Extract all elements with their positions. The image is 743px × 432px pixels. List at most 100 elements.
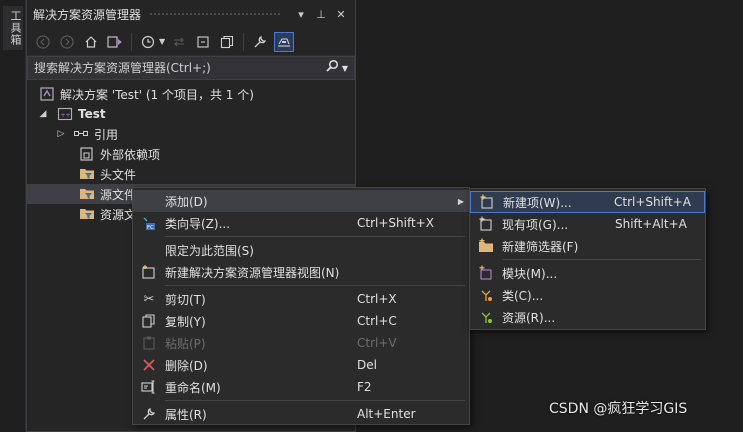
menu-item-paste: 粘贴(P) Ctrl+V	[133, 332, 469, 354]
submenu-item-resource[interactable]: 资源(R)...	[470, 306, 705, 328]
tree-item-label: 引用	[94, 127, 119, 142]
menu-item-shortcut: Ctrl+Shift+X	[357, 216, 434, 230]
search-icon[interactable]	[325, 59, 339, 77]
add-submenu: 新建项(W)... Ctrl+Shift+A 现有项(G)... Shift+A…	[469, 188, 706, 330]
menu-separator	[165, 236, 465, 237]
menu-item-label: 添加(D)	[165, 194, 208, 209]
explorer-search-box[interactable]: ▼	[27, 56, 355, 80]
class-icon	[470, 287, 502, 303]
menu-item-shortcut: Shift+Alt+A	[615, 217, 687, 231]
menu-item-label: 新建筛选器(F)	[502, 239, 579, 254]
search-options-dropdown-icon[interactable]: ▼	[342, 64, 348, 73]
home-icon[interactable]	[81, 32, 101, 52]
menu-item-add[interactable]: 添加(D) ▶	[133, 190, 469, 212]
tree-item-label: 资源文	[100, 207, 137, 222]
back-icon[interactable]	[33, 32, 53, 52]
references-icon	[73, 126, 89, 142]
toolbar-separator	[243, 32, 245, 51]
menu-item-shortcut: F2	[357, 380, 372, 394]
solution-icon	[39, 86, 55, 102]
menu-item-shortcut: Ctrl+X	[357, 292, 397, 306]
expanded-arrow-icon[interactable]: ◢	[37, 109, 49, 119]
menu-item-copy[interactable]: 复制(Y) Ctrl+C	[133, 310, 469, 332]
new-folder-icon	[470, 238, 502, 254]
tree-item-label: 头文件	[100, 167, 137, 182]
menu-separator	[165, 400, 465, 401]
menu-item-shortcut: Alt+Enter	[357, 407, 416, 421]
sync-with-active-document-icon[interactable]	[169, 32, 189, 52]
menu-item-label: 资源(R)...	[502, 310, 556, 325]
tree-item-project[interactable]: ◢ ++ Test	[27, 104, 355, 124]
close-icon[interactable]: ✕	[333, 6, 349, 22]
tree-item-label: 源文件	[100, 187, 137, 202]
svg-text:FC: FC	[147, 225, 154, 231]
menu-item-new-explorer-view[interactable]: 新建解决方案资源管理器视图(N)	[133, 261, 469, 283]
menu-item-cut[interactable]: ✂ 剪切(T) Ctrl+X	[133, 288, 469, 310]
collapse-all-icon[interactable]	[193, 32, 213, 52]
menu-item-label: 现有项(G)...	[502, 217, 569, 232]
tree-item-solution[interactable]: 解决方案 'Test' (1 个项目，共 1 个)	[27, 84, 355, 104]
scissors-icon: ✂	[143, 291, 155, 307]
collapsed-arrow-icon[interactable]: ▷	[55, 129, 67, 139]
delete-x-icon	[133, 358, 165, 372]
chevron-down-icon[interactable]: ▼	[159, 37, 165, 46]
menu-item-label: 限定为此范围(S)	[165, 243, 254, 258]
rename-icon	[133, 380, 165, 394]
explorer-toolbar: ▼	[27, 28, 355, 56]
switch-views-icon[interactable]	[105, 32, 125, 52]
submenu-arrow-icon: ▶	[457, 196, 465, 206]
copy-icon	[133, 313, 165, 329]
search-input[interactable]	[34, 61, 325, 75]
menu-item-shortcut: Del	[357, 358, 377, 372]
tree-item-header-files[interactable]: 头文件	[27, 164, 355, 184]
tree-item-references[interactable]: ▷ 引用	[27, 124, 355, 144]
preview-selected-items-icon[interactable]	[274, 31, 295, 52]
menu-item-class-wizard[interactable]: FC 类向导(Z)... Ctrl+Shift+X	[133, 212, 469, 234]
submenu-item-class[interactable]: 类(C)...	[470, 284, 705, 306]
resource-icon	[470, 309, 502, 325]
explorer-title: 解决方案资源管理器	[33, 7, 142, 22]
svg-text:++: ++	[61, 112, 71, 119]
context-menu: 添加(D) ▶ FC 类向导(Z)... Ctrl+Shift+X 限定为此范围…	[132, 187, 470, 425]
class-wizard-icon: FC	[133, 215, 165, 231]
properties-wrench-icon[interactable]	[250, 32, 270, 52]
new-item-icon	[471, 194, 503, 210]
menu-item-label: 类(C)...	[502, 288, 544, 303]
submenu-item-module[interactable]: 模块(M)...	[470, 262, 705, 284]
show-all-files-icon[interactable]	[217, 32, 237, 52]
menu-item-rename[interactable]: 重命名(M) F2	[133, 376, 469, 398]
window-position-dropdown-icon[interactable]: ▾	[293, 6, 309, 22]
submenu-item-new-item[interactable]: 新建项(W)... Ctrl+Shift+A	[470, 191, 705, 213]
menu-item-label: 重命名(M)	[165, 380, 221, 395]
external-dependencies-icon	[79, 146, 95, 162]
watermark: CSDN @疯狂学习GIS	[549, 401, 688, 417]
menu-item-properties[interactable]: 属性(R) Alt+Enter	[133, 403, 469, 425]
forward-icon[interactable]	[57, 32, 77, 52]
tree-item-label: 外部依赖项	[100, 147, 161, 162]
pin-icon[interactable]: ⊥	[313, 6, 329, 22]
menu-item-label: 新建解决方案资源管理器视图(N)	[165, 265, 340, 280]
menu-item-label: 模块(M)...	[502, 266, 558, 281]
menu-item-scope-to-this[interactable]: 限定为此范围(S)	[133, 239, 469, 261]
menu-item-shortcut: Ctrl+V	[357, 336, 397, 350]
toolbox-strip: 工具箱	[0, 0, 26, 432]
tree-item-label: 解决方案 'Test' (1 个项目，共 1 个)	[60, 87, 254, 102]
filter-folder-icon	[79, 166, 95, 182]
toolbox-tab[interactable]: 工具箱	[3, 6, 23, 50]
submenu-item-existing-item[interactable]: 现有项(G)... Shift+Alt+A	[470, 213, 705, 235]
tree-item-external-deps[interactable]: 外部依赖项	[27, 144, 355, 164]
pending-changes-filter-icon[interactable]	[138, 32, 158, 52]
toolbar-separator	[131, 32, 132, 51]
submenu-item-new-filter[interactable]: 新建筛选器(F)	[470, 235, 705, 257]
menu-item-delete[interactable]: 删除(D) Del	[133, 354, 469, 376]
wrench-icon	[133, 407, 165, 421]
explorer-title-bar: 解决方案资源管理器 ▾ ⊥ ✕	[27, 0, 355, 28]
menu-item-label: 属性(R)	[165, 407, 207, 422]
menu-item-shortcut: Ctrl+C	[357, 314, 397, 328]
menu-item-label: 删除(D)	[165, 358, 208, 373]
title-grip[interactable]	[149, 11, 281, 17]
menu-item-label: 粘贴(P)	[165, 336, 206, 351]
paste-icon	[133, 335, 165, 351]
existing-item-icon	[470, 216, 502, 232]
cpp-project-icon: ++	[57, 106, 73, 122]
